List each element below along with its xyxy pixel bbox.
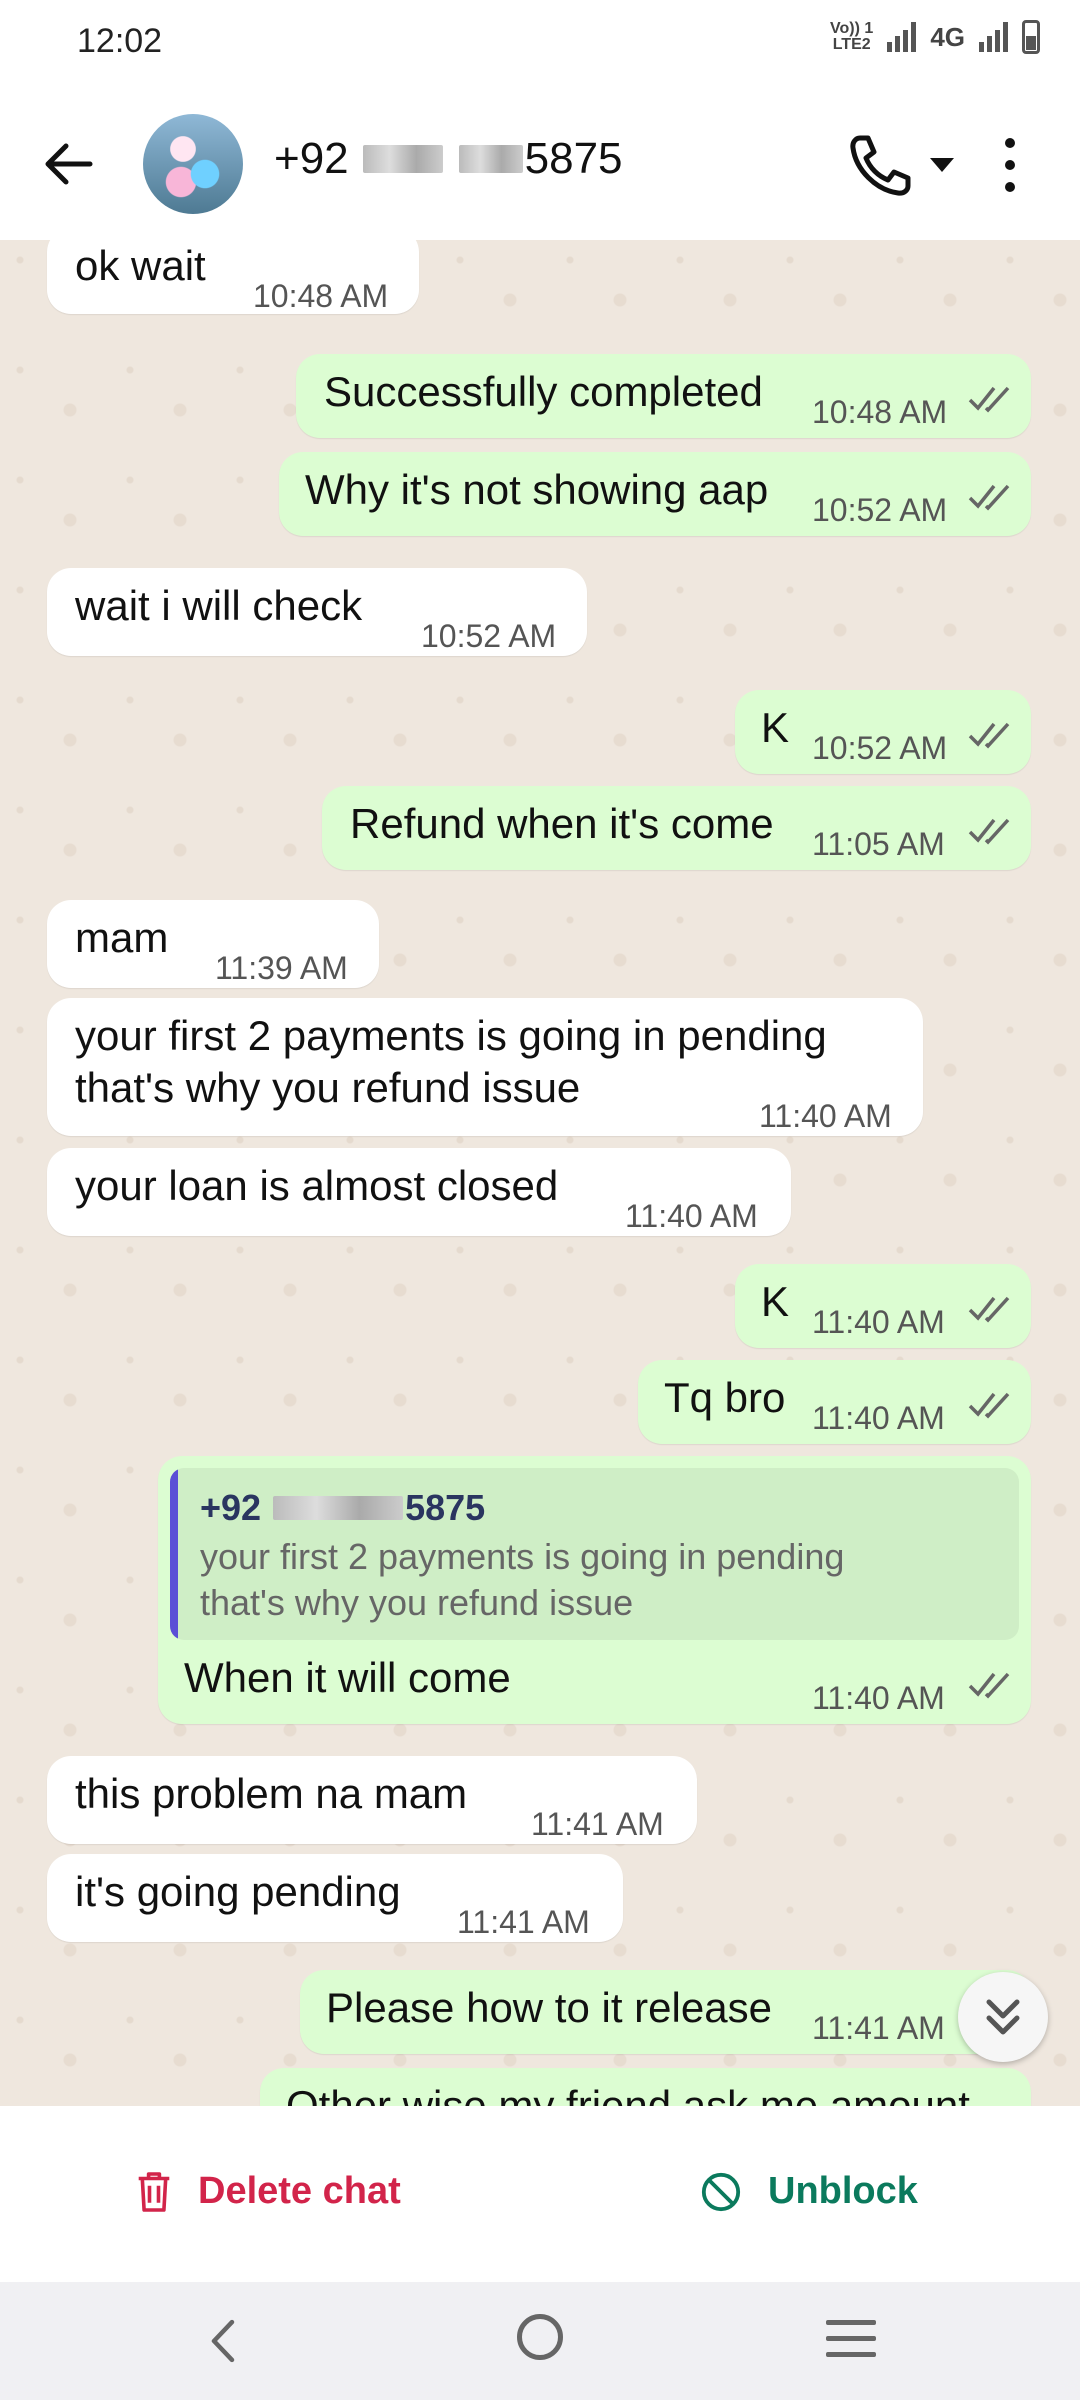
message-bubble-incoming[interactable]: your first 2 payments is going in pendin… (47, 998, 923, 1136)
double-chevron-down-icon (986, 1999, 1020, 2035)
message-bubble-incoming[interactable]: this problem na mam 11:41 AM (47, 1756, 697, 1844)
message-bubble-outgoing[interactable]: Please how to it release 11:41 AM (300, 1970, 1031, 2054)
network-type: 4G (930, 21, 965, 52)
battery-icon (1022, 20, 1040, 54)
nav-recents-icon[interactable] (826, 2320, 876, 2368)
read-receipt-icon (968, 722, 1010, 749)
redacted-digits (362, 145, 443, 173)
quoted-text: your first 2 payments is going in pendin… (200, 1536, 845, 1623)
system-navigation-bar (0, 2282, 1080, 2400)
nav-home-icon[interactable] (517, 2314, 563, 2360)
blocked-contact-actions: Delete chat Unblock (0, 2106, 1080, 2282)
message-bubble-outgoing[interactable]: K 11:40 AM (735, 1264, 1031, 1348)
trash-icon (138, 2171, 170, 2212)
quoted-sender: +92 5875 (200, 1487, 486, 1528)
unblock-button[interactable]: Unblock (700, 2170, 918, 2213)
chat-header: +92 5875 (0, 90, 1080, 240)
voice-call-icon[interactable] (846, 130, 916, 200)
status-icons: Vo)) 1 LTE2 4G (830, 20, 1040, 54)
quote-accent-bar (170, 1468, 178, 1640)
message-bubble-outgoing-reply[interactable]: +92 5875 your first 2 payments is going … (158, 1456, 1031, 1724)
read-receipt-icon (968, 386, 1010, 413)
nav-back-icon[interactable] (205, 2318, 241, 2364)
message-bubble-incoming[interactable]: it's going pending 11:41 AM (47, 1854, 623, 1942)
delete-chat-button[interactable]: Delete chat (136, 2170, 401, 2213)
read-receipt-icon (968, 818, 1010, 845)
message-bubble-outgoing[interactable]: Tq bro 11:40 AM (638, 1360, 1031, 1444)
message-bubble-outgoing[interactable]: Successfully completed 10:48 AM (296, 354, 1031, 438)
message-bubble-outgoing[interactable]: Why it's not showing aap 10:52 AM (279, 452, 1031, 536)
redacted-digits (458, 145, 523, 173)
redacted-digits (273, 1496, 404, 1520)
message-bubble-outgoing[interactable]: K 10:52 AM (735, 690, 1031, 774)
contact-avatar[interactable] (143, 114, 243, 214)
read-receipt-icon (968, 1392, 1010, 1419)
back-arrow-icon[interactable] (40, 136, 96, 192)
message-bubble-outgoing[interactable]: Other wise my friend ask me amount (260, 2068, 1031, 2106)
status-bar: 12:02 Vo)) 1 LTE2 4G (0, 0, 1080, 90)
read-receipt-icon (968, 484, 1010, 511)
read-receipt-icon (968, 1296, 1010, 1323)
quoted-message[interactable]: +92 5875 your first 2 payments is going … (170, 1468, 1019, 1640)
scroll-to-bottom-button[interactable] (958, 1972, 1048, 2062)
signal-icon-2 (979, 22, 1008, 52)
signal-icon (887, 22, 917, 52)
read-receipt-icon (968, 1672, 1010, 1699)
message-bubble-incoming[interactable]: mam 11:39 AM (47, 900, 379, 988)
contact-name[interactable]: +92 5875 (274, 134, 623, 184)
message-bubble-outgoing[interactable]: Refund when it's come 11:05 AM (322, 786, 1031, 870)
block-icon (701, 2172, 741, 2211)
message-bubble-incoming[interactable]: wait i will check 10:52 AM (47, 568, 587, 656)
message-bubble-incoming[interactable]: ok wait 10:48 AM (47, 240, 419, 314)
call-dropdown-icon[interactable] (930, 158, 954, 172)
status-time: 12:02 (77, 22, 163, 60)
message-list[interactable]: ok wait 10:48 AM Successfully completed … (0, 240, 1080, 2106)
message-bubble-incoming[interactable]: your loan is almost closed 11:40 AM (47, 1148, 791, 1236)
more-options-icon[interactable] (1003, 138, 1017, 204)
volte-indicator: Vo)) 1 LTE2 (830, 20, 874, 53)
